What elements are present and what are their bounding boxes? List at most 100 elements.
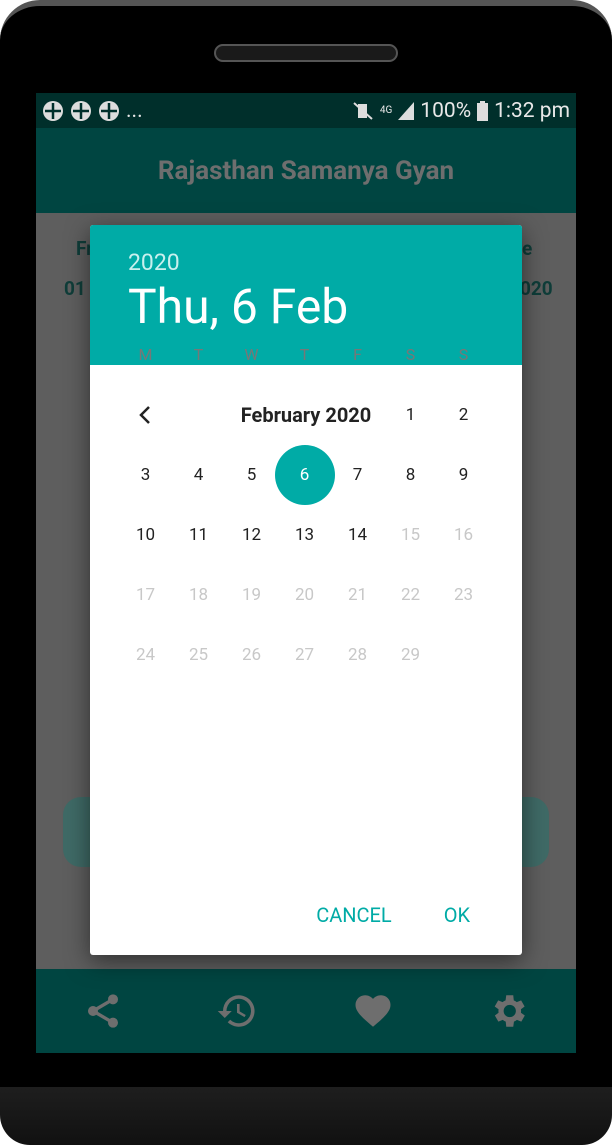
week-row: 10 11 12 13 14 15 16 — [119, 505, 490, 565]
network-type: 4G — [379, 105, 393, 116]
day-number: 25 — [188, 645, 209, 665]
day-number: 27 — [294, 645, 315, 665]
day[interactable]: 3 — [119, 445, 172, 505]
day-disabled: 26 — [225, 625, 278, 685]
bg-label-right: e — [522, 237, 533, 260]
day[interactable]: 9 — [437, 445, 490, 505]
day-number: 15 — [400, 525, 421, 545]
day-disabled: 21 — [331, 565, 384, 625]
empty-cell — [119, 385, 172, 445]
day-number: 8 — [405, 465, 416, 485]
empty-cell — [278, 385, 331, 445]
day[interactable]: 10 — [119, 505, 172, 565]
empty-cell — [331, 385, 384, 445]
day-number: 3 — [140, 465, 151, 485]
app-notification-icon — [99, 100, 119, 121]
day[interactable]: 13 — [278, 505, 331, 565]
weekday-label: S — [458, 345, 469, 364]
week-row: 24 25 26 27 28 29 — [119, 625, 490, 685]
signal-icon — [398, 101, 415, 120]
day-disabled: 16 — [437, 505, 490, 565]
day-number: 13 — [294, 525, 315, 545]
day[interactable]: 12 — [225, 505, 278, 565]
empty-cell — [172, 385, 225, 445]
day-number: 24 — [135, 645, 156, 665]
calendar-grid: M T W T F S S 1 2 3 4 5 6 7 8 9 10 11 12 13 14 15 16 17 18 19 20 21… — [119, 325, 490, 685]
day-number: 1 — [405, 405, 416, 425]
day-number: 14 — [347, 525, 368, 545]
day-disabled: 29 — [384, 625, 437, 685]
day-selected[interactable]: 6 — [274, 445, 335, 505]
gear-icon[interactable] — [487, 990, 529, 1032]
day-disabled: 24 — [119, 625, 172, 685]
day[interactable]: 11 — [172, 505, 225, 565]
day-number: 9 — [458, 465, 469, 485]
speaker-grille — [214, 44, 398, 62]
header-year[interactable]: 2020 — [128, 249, 484, 276]
day-disabled: 15 — [384, 505, 437, 565]
day-disabled: 20 — [278, 565, 331, 625]
clock: 1:32 pm — [494, 98, 570, 123]
day-number: 5 — [246, 465, 257, 485]
empty-cell — [225, 385, 278, 445]
day-number: 2 — [458, 405, 469, 425]
day-number: 26 — [241, 645, 262, 665]
day-number: 21 — [347, 585, 368, 605]
day[interactable]: 4 — [172, 445, 225, 505]
week-row: 3 4 5 6 7 8 9 — [119, 445, 490, 505]
day-disabled: 25 — [172, 625, 225, 685]
bg-value-left: 01 — [64, 277, 86, 300]
weekday-label: T — [193, 345, 204, 364]
bg-value-right: 020 — [520, 277, 553, 300]
date-picker-dialog: 2020 Thu, 6 Feb February 2020 MTWTFSS123… — [90, 225, 522, 955]
heart-icon[interactable] — [352, 990, 394, 1032]
day-number: 7 — [352, 465, 363, 485]
dialog-actions: CANCEL OK — [316, 903, 522, 927]
day-number: 10 — [135, 525, 156, 545]
day-number: 11 — [188, 525, 209, 545]
week-row: 17 18 19 20 21 22 23 — [119, 565, 490, 625]
day[interactable]: 14 — [331, 505, 384, 565]
weekday-row: MTWTFSS — [119, 325, 490, 385]
day[interactable]: 8 — [384, 445, 437, 505]
day-disabled: 18 — [172, 565, 225, 625]
day-disabled: 27 — [278, 625, 331, 685]
bottom-nav — [36, 969, 576, 1053]
day-disabled: 28 — [331, 625, 384, 685]
week-row: 12 — [119, 385, 490, 445]
battery-icon — [477, 100, 489, 121]
phone-chin — [0, 1087, 612, 1145]
weekday-label: W — [244, 345, 259, 364]
app-bar: Rajasthan Samanya Gyan — [36, 128, 576, 213]
day-number: 12 — [241, 525, 262, 545]
day[interactable]: 5 — [225, 445, 278, 505]
app-notification-icon — [71, 100, 91, 121]
day-number: 23 — [453, 585, 474, 605]
more-notifications: ... — [126, 98, 143, 123]
status-bar: ... 4G 100% 1:32 pm — [36, 93, 576, 128]
app-notification-icon — [43, 100, 63, 121]
ok-button[interactable]: OK — [444, 903, 470, 927]
cancel-button[interactable]: CANCEL — [316, 903, 392, 927]
day-number: 17 — [135, 585, 156, 605]
day-number: 19 — [241, 585, 262, 605]
day-number: 29 — [400, 645, 421, 665]
weekday-label: M — [138, 345, 153, 364]
history-icon[interactable] — [216, 990, 258, 1032]
day-disabled: 23 — [437, 565, 490, 625]
vibrate-mute-icon — [353, 101, 373, 120]
day[interactable]: 1 — [384, 385, 437, 445]
app-title: Rajasthan Samanya Gyan — [157, 155, 455, 186]
empty-cell — [437, 625, 490, 685]
day-disabled: 19 — [225, 565, 278, 625]
weekday-label: T — [299, 345, 310, 364]
day-disabled: 17 — [119, 565, 172, 625]
screen: ... 4G 100% 1:32 pm Rajasthan Samanya Gy… — [36, 93, 576, 1053]
day[interactable]: 2 — [437, 385, 490, 445]
weekday-label: F — [353, 345, 362, 364]
day-number: 4 — [193, 465, 204, 485]
day-number: 6 — [299, 465, 310, 485]
day-number: 20 — [294, 585, 315, 605]
day[interactable]: 7 — [331, 445, 384, 505]
share-icon[interactable] — [83, 991, 123, 1031]
